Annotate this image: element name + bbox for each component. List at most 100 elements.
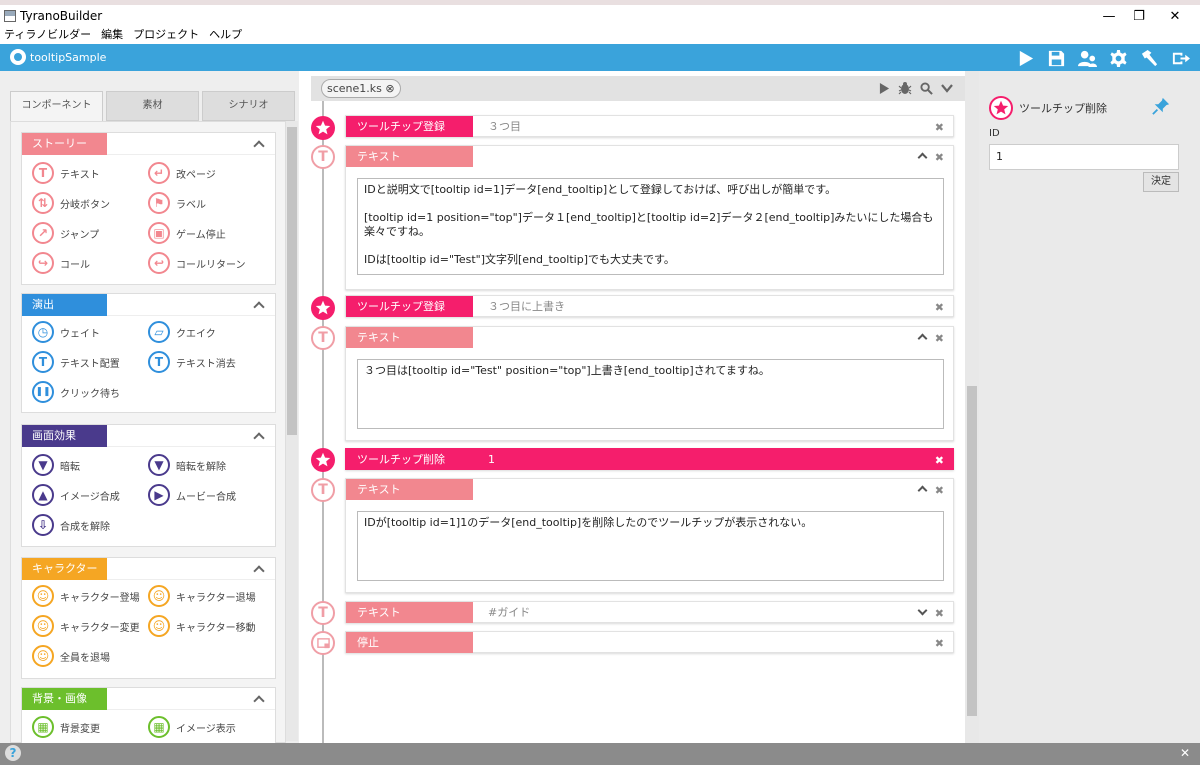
left-scrollbar[interactable]: [286, 121, 298, 741]
tooltip-register-block[interactable]: ツールチップ登録 ３つ目に上書き ✖: [345, 295, 954, 317]
component-page-break[interactable]: ↵ 改ページ: [148, 161, 216, 185]
component-character-enter[interactable]: ☺ キャラクター登場: [32, 584, 140, 608]
editor-scroll-thumb[interactable]: [967, 386, 977, 716]
component-click-wait[interactable]: ❚❚ クリック待ち: [32, 380, 120, 404]
pin-icon[interactable]: [1152, 97, 1172, 117]
component-compose-release[interactable]: ⇩ 合成を解除: [32, 513, 110, 537]
component-text-clear[interactable]: T テキスト消去: [148, 350, 236, 374]
menu-tyranobuilder[interactable]: ティラノビルダー: [0, 28, 96, 44]
submit-button[interactable]: 決定: [1143, 172, 1179, 192]
component-image-show[interactable]: ▦ イメージ表示: [148, 715, 236, 739]
chevron-up-icon[interactable]: [253, 430, 265, 442]
category-character-header[interactable]: キャラクター: [22, 558, 275, 580]
tab-assets[interactable]: 素材: [106, 91, 199, 121]
delete-block-icon[interactable]: ✖: [935, 151, 944, 164]
category-label: キャラクター: [22, 558, 107, 580]
category-effects-header[interactable]: 演出: [22, 294, 275, 316]
component-background-change[interactable]: ▦ 背景変更: [32, 715, 100, 739]
component-quake[interactable]: ▱ クエイク: [148, 320, 216, 344]
component-jump[interactable]: ↗ ジャンプ: [32, 221, 99, 245]
delete-block-icon[interactable]: ✖: [935, 121, 944, 134]
component-branch-button[interactable]: ⇅ 分岐ボタン: [32, 191, 110, 215]
text-block[interactable]: テキスト ✖ IDが[tooltip id=1]1のデータ[end_toolti…: [345, 478, 954, 593]
tab-components[interactable]: コンポーネント: [10, 91, 103, 123]
component-character-move[interactable]: ☺ キャラクター移動: [148, 614, 256, 638]
left-scroll-thumb[interactable]: [287, 127, 297, 435]
component-text-layout[interactable]: T テキスト配置: [32, 350, 120, 374]
category-screen-effects-header[interactable]: 画面効果: [22, 425, 275, 447]
save-icon[interactable]: [1045, 47, 1067, 69]
category-story-header[interactable]: ストーリー: [22, 133, 275, 155]
menu-help[interactable]: ヘルプ: [204, 28, 247, 44]
delete-block-icon[interactable]: ✖: [935, 301, 944, 314]
search-icon[interactable]: [918, 80, 934, 96]
chevron-up-icon[interactable]: [917, 150, 927, 160]
debug-bug-icon[interactable]: [897, 80, 913, 96]
component-call[interactable]: ↪ コール: [32, 251, 90, 275]
close-tab-icon[interactable]: ⊗: [385, 82, 394, 95]
text-block-collapsed[interactable]: テキスト #ガイド ✖: [345, 601, 954, 623]
component-label[interactable]: ⚑ ラベル: [148, 191, 206, 215]
menu-project[interactable]: プロジェクト: [128, 28, 204, 44]
component-label: 合成を解除: [60, 521, 110, 533]
export-icon[interactable]: [1169, 47, 1191, 69]
scene-tab[interactable]: scene1.ks ⊗: [321, 79, 401, 98]
tab-scenario[interactable]: シナリオ: [202, 91, 295, 121]
help-icon[interactable]: ?: [5, 745, 21, 761]
restore-button[interactable]: ❐: [1124, 6, 1154, 26]
play-icon[interactable]: [1014, 47, 1036, 69]
stop-block[interactable]: 停止 ✖: [345, 631, 954, 653]
text-icon: T: [32, 162, 54, 184]
component-character-exit[interactable]: ☺ キャラクター退場: [148, 584, 256, 608]
component-label: テキスト: [60, 169, 100, 181]
hammer-icon[interactable]: [1138, 47, 1160, 69]
tooltip-delete-block-selected[interactable]: ツールチップ削除 1 ✖: [345, 448, 954, 470]
scene-tabbar: scene1.ks ⊗: [311, 76, 968, 101]
chevron-up-icon[interactable]: [253, 138, 265, 150]
tooltip-register-block[interactable]: ツールチップ登録 ３つ目 ✖: [345, 115, 954, 137]
component-text[interactable]: T テキスト: [32, 161, 100, 185]
component-fade-in[interactable]: ▼ 暗転を解除: [148, 453, 226, 477]
text-content-area[interactable]: IDが[tooltip id=1]1のデータ[end_tooltip]を削除した…: [357, 511, 944, 581]
id-input[interactable]: 1: [989, 144, 1179, 170]
component-all-exit[interactable]: ☺ 全員を退場: [32, 644, 110, 668]
delete-block-icon[interactable]: ✖: [935, 484, 944, 497]
component-character-change[interactable]: ☺ キャラクター変更: [32, 614, 140, 638]
component-call-return[interactable]: ↩ コールリターン: [148, 251, 246, 275]
preview-play-icon[interactable]: [876, 80, 892, 96]
component-label: ラベル: [176, 199, 206, 211]
category-background-header[interactable]: 背景・画像: [22, 688, 275, 710]
delete-block-icon[interactable]: ✖: [935, 332, 944, 345]
chevron-up-icon[interactable]: [917, 483, 927, 493]
chevron-up-icon[interactable]: [253, 563, 265, 575]
chevron-up-icon[interactable]: [253, 693, 265, 705]
component-label: キャラクター登場: [60, 592, 140, 604]
gear-icon[interactable]: [1107, 47, 1129, 69]
editor-scrollbar[interactable]: [965, 71, 979, 743]
text-block[interactable]: テキスト ✖ ３つ目は[tooltip id="Test" position="…: [345, 326, 954, 441]
component-movie-compose[interactable]: ▶ ムービー合成: [148, 483, 236, 507]
component-fade-out[interactable]: ▼ 暗転: [32, 453, 80, 477]
component-wait[interactable]: ◷ ウェイト: [32, 320, 100, 344]
menu-edit[interactable]: 編集: [96, 28, 128, 44]
delete-block-icon[interactable]: ✖: [935, 607, 944, 620]
compose-release-icon: ⇩: [32, 514, 54, 536]
chevron-down-icon[interactable]: [939, 80, 955, 96]
delete-block-icon[interactable]: ✖: [935, 454, 944, 467]
chevron-up-icon[interactable]: [253, 299, 265, 311]
call-return-icon: ↩: [148, 252, 170, 274]
users-icon[interactable]: [1076, 47, 1098, 69]
text-content-area[interactable]: IDと説明文で[tooltip id=1]データ[end_tooltip]として…: [357, 178, 944, 275]
component-game-stop[interactable]: ▣ ゲーム停止: [148, 221, 226, 245]
minimize-button[interactable]: —: [1094, 6, 1124, 26]
delete-block-icon[interactable]: ✖: [935, 637, 944, 650]
component-label: 全員を退場: [60, 652, 110, 664]
close-window-button[interactable]: ✕: [1160, 6, 1190, 26]
close-statusbar-icon[interactable]: ✕: [1180, 746, 1190, 760]
chevron-up-icon[interactable]: [917, 331, 927, 341]
chevron-down-icon[interactable]: [917, 606, 927, 616]
component-image-compose[interactable]: ▲ イメージ合成: [32, 483, 120, 507]
text-block[interactable]: テキスト ✖ IDと説明文で[tooltip id=1]データ[end_tool…: [345, 145, 954, 290]
component-label: コールリターン: [176, 259, 246, 271]
text-content-area[interactable]: ３つ目は[tooltip id="Test" position="top"]上書…: [357, 359, 944, 429]
